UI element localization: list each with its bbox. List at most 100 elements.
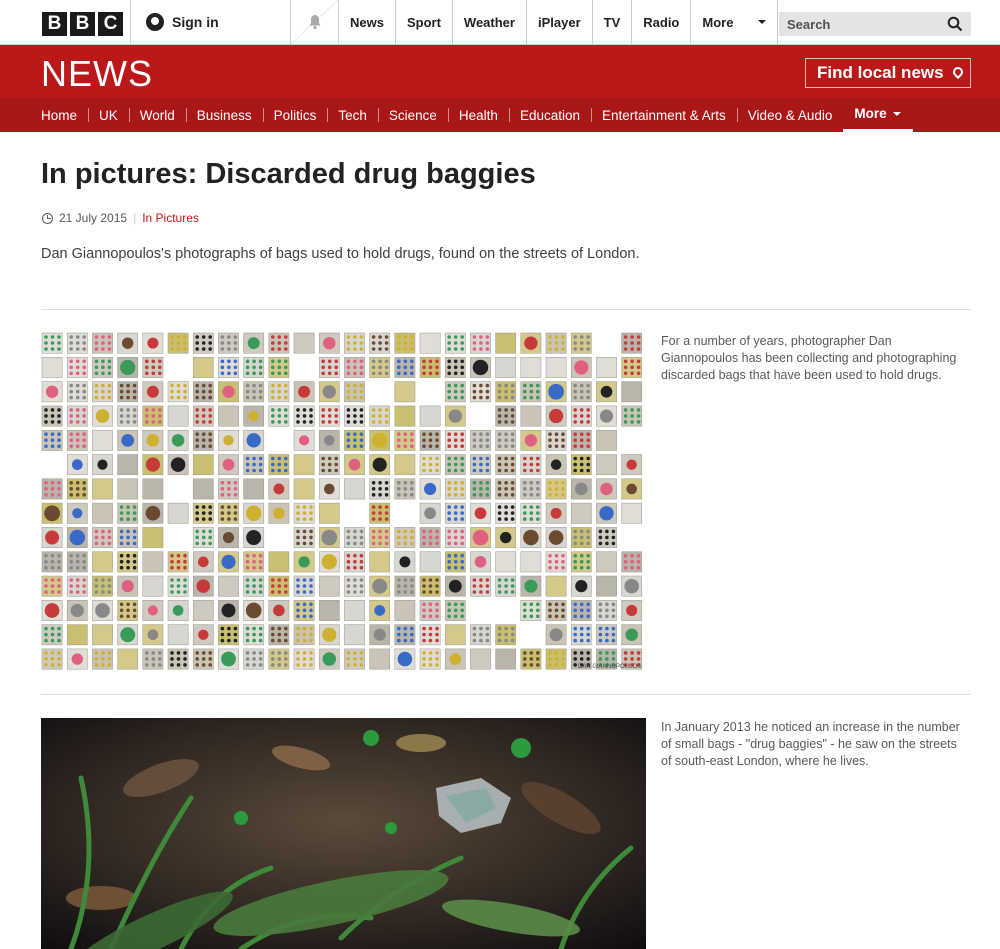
baggie-thumbnail: [318, 381, 340, 403]
topnav-news[interactable]: News: [338, 0, 395, 44]
logo-letter-c: C: [98, 12, 123, 36]
news-logo[interactable]: NEWS: [41, 53, 153, 95]
baggie-thumbnail: [192, 648, 214, 670]
baggie-thumbnail: [243, 478, 265, 500]
baggie-thumbnail: [92, 600, 113, 621]
baggie-thumbnail: [293, 600, 315, 621]
search-input[interactable]: Search: [779, 12, 971, 36]
topnav-weather[interactable]: Weather: [451, 0, 526, 44]
nav-science[interactable]: Science: [377, 98, 448, 132]
nav-health[interactable]: Health: [447, 98, 509, 132]
baggie-thumbnail: [470, 332, 491, 354]
baggie-thumbnail: [66, 454, 88, 476]
baggie-thumbnail: [570, 502, 592, 524]
signin-link[interactable]: Sign in: [130, 0, 290, 44]
baggie-thumbnail: [318, 502, 340, 524]
baggie-thumbnail: [495, 332, 517, 354]
baggie-thumbnail: [394, 624, 416, 646]
baggie-thumbnail: [545, 405, 567, 427]
baggie-thumbnail: [570, 429, 592, 451]
nav-tech[interactable]: Tech: [327, 98, 378, 132]
bell-icon: [309, 15, 320, 30]
baggie-thumbnail: [545, 575, 567, 597]
baggie-thumbnail: [545, 502, 567, 524]
baggie-thumbnail: [243, 648, 265, 670]
baggie-thumbnail: [470, 624, 491, 646]
topnav-sport[interactable]: Sport: [394, 0, 452, 44]
baggie-thumbnail: [596, 575, 617, 597]
baggie-thumbnail: [243, 357, 265, 378]
section-navigation: Home UK World Business Politics Tech Sci…: [0, 98, 1000, 132]
baggie-thumbnail: [495, 502, 517, 524]
topnav-iplayer[interactable]: iPlayer: [525, 0, 592, 44]
baggie-thumbnail: [142, 381, 164, 403]
baggie-thumbnail: [470, 429, 491, 451]
baggie-thumbnail: [243, 575, 265, 597]
section-link[interactable]: In Pictures: [142, 211, 199, 225]
topnav-tv[interactable]: TV: [591, 0, 632, 44]
baggie-thumbnail: [495, 527, 517, 548]
logo-letter-b1: B: [42, 12, 67, 36]
baggie-thumbnail: [444, 429, 466, 451]
baggie-thumbnail: [520, 551, 542, 573]
baggie-thumbnail: [520, 600, 542, 621]
nav-business[interactable]: Business: [185, 98, 263, 132]
nav-education[interactable]: Education: [508, 98, 591, 132]
baggie-thumbnail: [268, 454, 290, 476]
baggie-in-grass-photo: [41, 718, 646, 949]
article-meta: 21 July 2015 | In Pictures: [42, 211, 199, 225]
baggie-thumbnail: [92, 502, 113, 524]
topnav-more-button[interactable]: More: [690, 0, 779, 44]
baggie-thumbnail: [167, 502, 189, 524]
baggie-thumbnail: [344, 332, 365, 354]
baggie-thumbnail: [570, 381, 592, 403]
nav-video-audio[interactable]: Video & Audio: [736, 98, 844, 132]
nav-home[interactable]: Home: [30, 98, 88, 132]
baggie-thumbnail: [470, 575, 491, 597]
topnav-radio[interactable]: Radio: [631, 0, 690, 44]
baggie-thumbnail: [369, 405, 391, 427]
baggie-thumbnail: [293, 527, 315, 548]
nav-more-button[interactable]: More: [843, 98, 913, 132]
baggie-thumbnail: [495, 478, 517, 500]
baggie-thumbnail: [419, 648, 441, 670]
baggie-thumbnail: [344, 624, 365, 646]
baggie-thumbnail: [470, 551, 491, 573]
nav-more-label: More: [854, 106, 887, 121]
baggie-thumbnail: [117, 429, 139, 451]
nav-politics[interactable]: Politics: [262, 98, 328, 132]
baggie-thumbnail: [444, 575, 466, 597]
baggie-thumbnail: [369, 357, 391, 378]
baggie-thumbnail: [520, 454, 542, 476]
chevron-down-icon: [758, 20, 767, 24]
nav-world[interactable]: World: [128, 98, 186, 132]
baggie-thumbnail: [41, 624, 63, 646]
search-icon[interactable]: [947, 16, 963, 32]
baggie-thumbnail: [92, 648, 113, 670]
baggie-thumbnail: [596, 502, 617, 524]
photo-credit: DAN GIANNOPOULOS: [578, 664, 641, 670]
baggie-thumbnail: [444, 624, 466, 646]
baggie-thumbnail: [545, 357, 567, 378]
baggie-thumbnail: [218, 624, 239, 646]
baggie-thumbnail: [570, 551, 592, 573]
find-local-news-button[interactable]: Find local news: [805, 58, 971, 88]
nav-uk[interactable]: UK: [88, 98, 129, 132]
baggie-thumbnail: [66, 600, 88, 621]
baggie-thumbnail: [293, 332, 315, 354]
baggie-thumbnail: [495, 357, 517, 378]
baggie-thumbnail: [293, 429, 315, 451]
baggie-thumbnail: [243, 332, 265, 354]
baggie-thumbnail: [394, 527, 416, 548]
baggie-thumbnail: [495, 405, 517, 427]
notifications-button[interactable]: [290, 0, 338, 44]
baggie-thumbnail: [520, 575, 542, 597]
baggie-thumbnail: [167, 429, 189, 451]
nav-entertainment-arts[interactable]: Entertainment & Arts: [590, 98, 737, 132]
baggie-thumbnail: [92, 527, 113, 548]
baggie-thumbnail: [470, 527, 491, 548]
bbc-logo[interactable]: B B C: [42, 12, 123, 36]
baggie-thumbnail: [268, 381, 290, 403]
baggie-thumbnail: [520, 502, 542, 524]
baggie-thumbnail: [344, 648, 365, 670]
